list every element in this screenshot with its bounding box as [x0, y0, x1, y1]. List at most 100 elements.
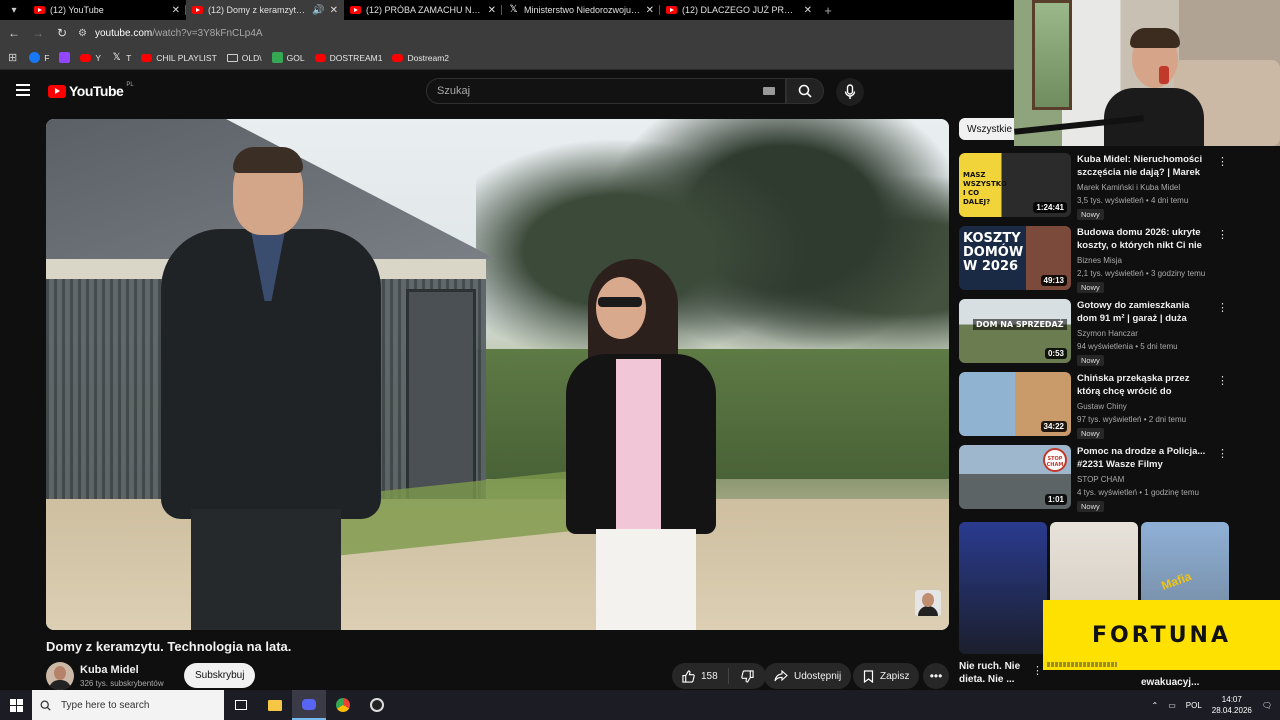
- like-button[interactable]: 158: [672, 668, 729, 684]
- save-label: Zapisz: [880, 670, 910, 682]
- bookmark-old[interactable]: OLD\: [226, 53, 262, 63]
- dislike-button[interactable]: [729, 669, 766, 683]
- forward-arrow-icon[interactable]: →: [30, 26, 46, 40]
- bookmark-dostream2[interactable]: Dostream2: [392, 53, 449, 63]
- video-thumbnail[interactable]: STOP CHAM 1:01: [959, 445, 1071, 509]
- search-input[interactable]: Szukaj: [426, 78, 786, 104]
- reload-icon[interactable]: ↻: [54, 26, 70, 40]
- task-view-icon[interactable]: [224, 690, 258, 720]
- more-vertical-icon[interactable]: ⋮: [1217, 301, 1228, 314]
- discord-app-icon[interactable]: [292, 690, 326, 720]
- video-gate: [406, 289, 476, 509]
- browser-tab-2-active[interactable]: (12) Domy z keramzytu. Tec 🔊 ✕: [186, 0, 344, 20]
- bookmark-label: Dostream2: [407, 52, 450, 63]
- more-vertical-icon[interactable]: ⋮: [1032, 664, 1043, 677]
- network-icon[interactable]: ▭: [1168, 701, 1176, 710]
- recommendation-item[interactable]: MASZ WSZYSTKO I CO DALEJ? 1:24:41 Kuba M…: [959, 153, 1239, 220]
- apps-grid-icon[interactable]: ⊞: [8, 51, 17, 64]
- channel-watermark[interactable]: [915, 590, 941, 616]
- tab-search-chevron-icon[interactable]: ▾: [0, 0, 28, 20]
- bookmark-f[interactable]: F: [29, 52, 49, 63]
- clock-time: 14:07: [1221, 695, 1242, 704]
- share-button[interactable]: Udostępnij: [764, 663, 852, 689]
- video-person-woman: [556, 259, 726, 630]
- obs-app-icon[interactable]: [360, 690, 394, 720]
- browser-tab-5[interactable]: (12) DLACZEGO JUŻ PRĘDKO N ✕: [660, 0, 818, 20]
- chevron-up-icon[interactable]: ⌃: [1152, 701, 1159, 710]
- recommendation-channel[interactable]: Szymon Hanczar: [1077, 329, 1138, 338]
- more-actions-button[interactable]: •••: [923, 663, 949, 689]
- short-thumbnail[interactable]: [959, 522, 1047, 654]
- close-icon[interactable]: ✕: [330, 5, 338, 16]
- microphone-icon: [844, 84, 856, 99]
- taskbar-search[interactable]: Type here to search: [32, 690, 224, 720]
- notifications-icon[interactable]: 🗨: [1262, 701, 1272, 710]
- back-arrow-icon[interactable]: ←: [6, 26, 22, 40]
- url-text: youtube.com/watch?v=3Y8kFnCLp4A: [95, 28, 263, 39]
- recommendation-item[interactable]: STOP CHAM 1:01 Pomoc na drodze a Policja…: [959, 445, 1239, 512]
- recommendation-item[interactable]: KOSZTY DOMÓW W 2026 49:13 Budowa domu 20…: [959, 226, 1239, 293]
- more-vertical-icon[interactable]: ⋮: [1217, 447, 1228, 460]
- recommendation-item[interactable]: DOM NA SPRZEDAŻ 0:53 Gotowy do zamieszka…: [959, 299, 1239, 366]
- bookmark-gol[interactable]: GOL: [271, 52, 305, 63]
- more-vertical-icon[interactable]: ⋮: [1217, 155, 1228, 168]
- youtube-logo[interactable]: YouTube PL: [48, 82, 134, 99]
- search-button[interactable]: [786, 78, 824, 104]
- bookmark-chil-playlist[interactable]: CHIL PLAYLIST: [141, 52, 217, 63]
- video-thumbnail[interactable]: DOM NA SPRZEDAŻ 0:53: [959, 299, 1071, 363]
- video-thumbnail[interactable]: 34:22: [959, 372, 1071, 436]
- recommendation-views: 97 tys. wyświetleń • 2 dni temu: [1077, 415, 1187, 424]
- bookmark-t[interactable]: 𝕏T: [111, 52, 132, 63]
- video-thumbnail[interactable]: MASZ WSZYSTKO I CO DALEJ? 1:24:41: [959, 153, 1071, 217]
- taskbar: Type here to search ⌃ ▭ POL 14:07 28.04.…: [0, 690, 1280, 720]
- site-settings-icon[interactable]: ⚙: [78, 28, 87, 39]
- more-horizontal-icon: •••: [929, 669, 943, 683]
- youtube-icon: [666, 6, 677, 14]
- chrome-app-icon[interactable]: [326, 690, 360, 720]
- channel-name[interactable]: Kuba Midel: [80, 664, 164, 676]
- recommendation-channel[interactable]: Biznes Misja: [1077, 256, 1122, 265]
- video-duration: 1:24:41: [1033, 202, 1067, 213]
- close-icon[interactable]: ✕: [646, 5, 654, 16]
- address-bar[interactable]: ⚙ youtube.com/watch?v=3Y8kFnCLp4A: [78, 23, 1008, 43]
- browser-tab-3[interactable]: (12) PRÓBA ZAMACHU NA TRU ✕: [344, 0, 502, 20]
- speaker-icon[interactable]: 🔊: [312, 5, 324, 16]
- windows-logo-icon: [9, 698, 23, 712]
- browser-tab-1[interactable]: (12) YouTube ✕: [28, 0, 186, 20]
- language-indicator[interactable]: POL: [1186, 701, 1202, 710]
- bookmark-label: CHIL PLAYLIST: [156, 52, 217, 63]
- subscribe-button[interactable]: Subskrybuj: [184, 663, 256, 688]
- system-tray: ⌃ ▭ POL 14:07 28.04.2026 🗨: [1152, 690, 1272, 720]
- recommendation-channel[interactable]: STOP CHAM: [1077, 475, 1124, 484]
- voice-search-button[interactable]: [836, 78, 864, 106]
- youtube-play-icon: [48, 84, 66, 98]
- keyboard-icon[interactable]: [763, 87, 775, 95]
- save-button[interactable]: Zapisz: [853, 663, 920, 689]
- file-explorer-icon[interactable]: [258, 690, 292, 720]
- channel-avatar[interactable]: [46, 662, 74, 690]
- recommendation-item[interactable]: 34:22 Chińska przekąska przez którą chcę…: [959, 372, 1239, 439]
- bookmark-y[interactable]: Y: [80, 53, 101, 63]
- recommendation-channel[interactable]: Gustaw Chiny: [1077, 402, 1127, 411]
- more-vertical-icon[interactable]: ⋮: [1217, 374, 1228, 387]
- bookmark-twitch[interactable]: [59, 52, 71, 63]
- bookmark-dostream1[interactable]: DOSTREAM1: [314, 53, 382, 63]
- bookmark-label: GOL: [286, 52, 305, 63]
- video-player[interactable]: [46, 119, 949, 630]
- recommendation-channel[interactable]: Marek Kamiński i Kuba Midel: [1077, 183, 1180, 192]
- close-icon[interactable]: ✕: [488, 5, 496, 16]
- sponsor-logo: FORTUNA: [1092, 622, 1231, 648]
- new-badge: Nowy: [1077, 282, 1104, 293]
- thumbnail-text: KOSZTY DOMÓW W 2026: [963, 231, 1024, 274]
- more-vertical-icon[interactable]: ⋮: [1217, 228, 1228, 241]
- browser-tab-4[interactable]: 𝕏 Ministerstwo Niedorozwoju i Te ✕: [502, 0, 660, 20]
- new-tab-plus-icon[interactable]: +: [818, 3, 838, 18]
- menu-icon[interactable]: [16, 84, 30, 96]
- video-title: Domy z keramzytu. Technologia na lata.: [46, 639, 292, 654]
- filter-chip-all[interactable]: Wszystkie: [959, 118, 1020, 140]
- clock[interactable]: 14:07 28.04.2026: [1212, 694, 1252, 716]
- close-icon[interactable]: ✕: [804, 5, 812, 16]
- video-thumbnail[interactable]: KOSZTY DOMÓW W 2026 49:13: [959, 226, 1071, 290]
- start-button[interactable]: [0, 690, 32, 720]
- close-icon[interactable]: ✕: [172, 5, 180, 16]
